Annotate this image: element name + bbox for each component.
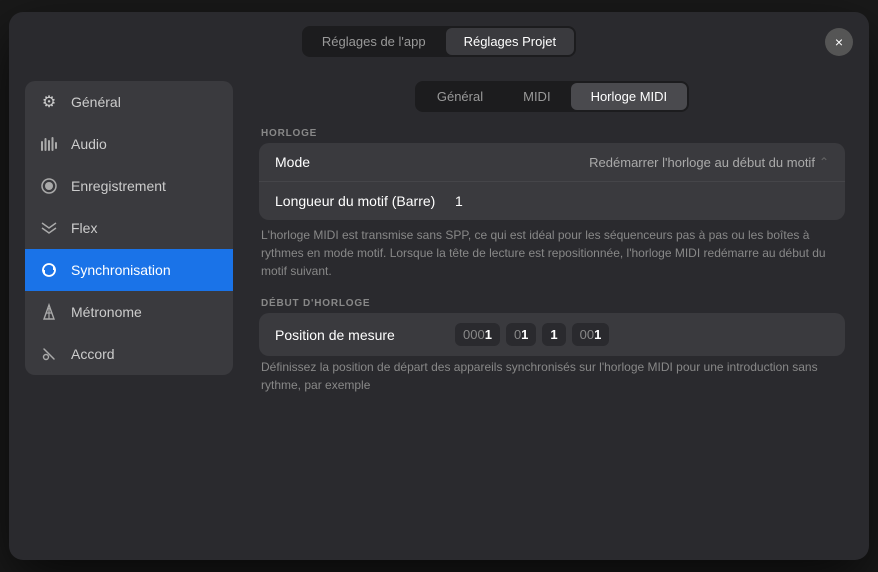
- longueur-label: Longueur du motif (Barre): [275, 193, 455, 209]
- sync-icon: [39, 260, 59, 280]
- horloge-description: L'horloge MIDI est transmise sans SPP, c…: [259, 220, 845, 286]
- tab-app-settings[interactable]: Réglages de l'app: [304, 28, 444, 55]
- content-tabs: Général MIDI Horloge MIDI: [415, 81, 689, 112]
- debut-section-label: DÉBUT D'HORLOGE: [259, 298, 845, 309]
- tab-general[interactable]: Général: [417, 83, 503, 110]
- sidebar-label-enregistrement: Enregistrement: [71, 178, 166, 194]
- position-field-2[interactable]: 01: [506, 323, 536, 346]
- tune-icon: [39, 344, 59, 364]
- record-icon: [39, 176, 59, 196]
- sidebar-item-accord[interactable]: Accord: [25, 333, 233, 375]
- top-tab-switcher: Réglages de l'app Réglages Projet: [302, 26, 576, 57]
- close-button[interactable]: ×: [825, 28, 853, 56]
- pos-val-4: 1: [594, 327, 601, 342]
- pos-val-3: 1: [550, 327, 557, 342]
- sidebar-label-accord: Accord: [71, 346, 115, 362]
- mode-label: Mode: [275, 154, 455, 170]
- pos-val-2: 1: [521, 327, 528, 342]
- mode-value-text: Redémarrer l'horloge au début du motif: [589, 155, 815, 170]
- mode-value[interactable]: Redémarrer l'horloge au début du motif ⌃: [455, 155, 829, 170]
- sidebar-item-general[interactable]: ⚙ Général: [25, 81, 233, 123]
- sidebar-label-audio: Audio: [71, 136, 107, 152]
- main-content: Général MIDI Horloge MIDI HORLOGE Mode R…: [249, 71, 869, 560]
- sidebar-item-enregistrement[interactable]: Enregistrement: [25, 165, 233, 207]
- sidebar: ⚙ Général Audio: [9, 71, 249, 560]
- modal-body: ⚙ Général Audio: [9, 71, 869, 560]
- settings-modal: Réglages de l'app Réglages Projet × ⚙ Gé…: [9, 12, 869, 560]
- tab-midi[interactable]: MIDI: [503, 83, 570, 110]
- position-field-1[interactable]: 0001: [455, 323, 500, 346]
- sidebar-menu: ⚙ Général Audio: [25, 81, 233, 375]
- longueur-value[interactable]: 1: [455, 193, 463, 209]
- position-field-3[interactable]: 1: [542, 323, 565, 346]
- sidebar-item-flex[interactable]: Flex: [25, 207, 233, 249]
- sidebar-label-synchronisation: Synchronisation: [71, 262, 171, 278]
- pos-prefix-1: 000: [463, 327, 485, 342]
- position-row: Position de mesure 0001 01 1: [259, 313, 845, 356]
- flex-icon: [39, 218, 59, 238]
- modal-header: Réglages de l'app Réglages Projet ×: [9, 12, 869, 71]
- debut-description: Définissez la position de départ des app…: [259, 356, 845, 394]
- sidebar-label-metronome: Métronome: [71, 304, 142, 320]
- position-fields: 0001 01 1 001: [455, 323, 609, 346]
- sidebar-item-audio[interactable]: Audio: [25, 123, 233, 165]
- longueur-row: Longueur du motif (Barre) 1: [259, 182, 845, 220]
- position-field-4[interactable]: 001: [572, 323, 610, 346]
- horloge-section-label: HORLOGE: [259, 128, 845, 139]
- gear-icon: ⚙: [39, 92, 59, 112]
- sidebar-label-flex: Flex: [71, 220, 97, 236]
- horloge-card: Mode Redémarrer l'horloge au début du mo…: [259, 143, 845, 220]
- debut-card: Position de mesure 0001 01 1: [259, 313, 845, 356]
- pos-val-1: 1: [485, 327, 492, 342]
- debut-section: DÉBUT D'HORLOGE Position de mesure 0001 …: [259, 298, 845, 394]
- position-label: Position de mesure: [275, 327, 455, 343]
- sidebar-item-synchronisation[interactable]: Synchronisation: [25, 249, 233, 291]
- metronome-icon: [39, 302, 59, 322]
- horloge-section: HORLOGE Mode Redémarrer l'horloge au déb…: [259, 128, 845, 286]
- mode-stepper: ⌃: [819, 155, 829, 169]
- audio-icon: [39, 134, 59, 154]
- sidebar-label-general: Général: [71, 94, 121, 110]
- tab-horloge-midi[interactable]: Horloge MIDI: [571, 83, 688, 110]
- pos-prefix-4: 00: [580, 327, 594, 342]
- tab-project-settings[interactable]: Réglages Projet: [446, 28, 575, 55]
- sidebar-item-metronome[interactable]: Métronome: [25, 291, 233, 333]
- mode-row: Mode Redémarrer l'horloge au début du mo…: [259, 143, 845, 182]
- pos-prefix-2: 0: [514, 327, 521, 342]
